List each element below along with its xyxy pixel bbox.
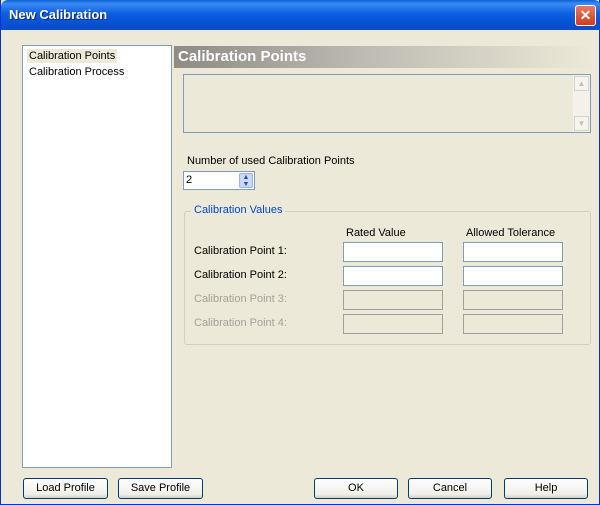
close-button[interactable]: ✕ [575,5,596,26]
calibration-point-1-rated-input[interactable] [343,242,443,262]
allowed-tolerance-header: Allowed Tolerance [466,227,556,239]
nav-item-calibration-points[interactable]: Calibration Points [27,49,118,63]
spin-down-arrow-icon[interactable]: ▼ [240,181,252,188]
scroll-up-arrow-icon[interactable]: ▲ [574,76,589,91]
help-button[interactable]: Help [504,478,588,499]
points-count-label: Number of used Calibration Points [187,155,355,167]
spin-buttons[interactable]: ▲ ▼ [239,173,253,188]
points-count-value: 2 [186,174,193,186]
calibration-point-1-label: Calibration Point 1: [194,245,287,257]
calibration-point-4-rated-input [343,314,443,334]
cancel-button[interactable]: Cancel [408,478,492,499]
spin-up-arrow-icon[interactable]: ▲ [240,174,252,181]
window-title: New Calibration [9,7,108,22]
rated-value-header: Rated Value [346,227,406,239]
calibration-point-3-rated-input [343,290,443,310]
description-scrollbar[interactable]: ▲ ▼ [573,75,590,132]
ok-button[interactable]: OK [314,478,398,499]
points-count-stepper[interactable]: 2 ▲ ▼ [183,171,255,190]
section-title: Calibration Points [174,46,592,68]
calibration-point-2-tolerance-input[interactable] [463,266,563,286]
close-icon: ✕ [579,7,592,23]
calibration-values-group-title: Calibration Values [191,204,286,216]
scroll-down-arrow-icon[interactable]: ▼ [574,116,589,131]
save-profile-button[interactable]: Save Profile [118,478,203,499]
nav-list: Calibration Points Calibration Process [22,45,172,468]
calibration-point-2-label: Calibration Point 2: [194,269,287,281]
description-textarea[interactable]: ▲ ▼ [183,74,591,133]
title-bar: New Calibration ✕ [1,0,600,30]
calibration-point-4-tolerance-input [463,314,563,334]
load-profile-button[interactable]: Load Profile [23,478,108,499]
calibration-point-3-tolerance-input [463,290,563,310]
calibration-point-2-rated-input[interactable] [343,266,443,286]
calibration-point-4-label: Calibration Point 4: [194,317,287,329]
calibration-dialog: New Calibration ✕ Calibration Points Cal… [0,0,600,505]
calibration-point-3-label: Calibration Point 3: [194,293,287,305]
calibration-point-1-tolerance-input[interactable] [463,242,563,262]
nav-item-calibration-process[interactable]: Calibration Process [27,65,126,79]
